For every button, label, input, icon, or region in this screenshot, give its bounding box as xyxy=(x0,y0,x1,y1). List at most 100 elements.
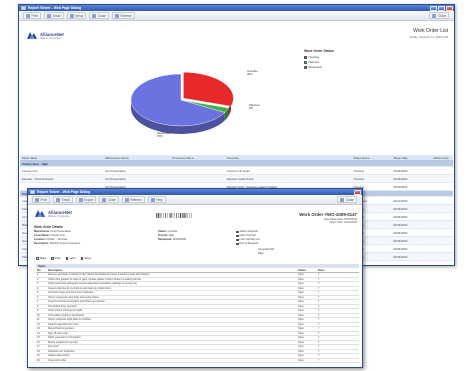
field-value: Freezer Unit xyxy=(50,234,65,237)
column-header[interactable]: Summary xyxy=(227,156,353,160)
column-header[interactable]: Maintenance Name xyxy=(105,156,173,160)
legend-title: Work Order Status xyxy=(304,49,334,53)
legend-label: Planned xyxy=(308,60,319,64)
table-cell: 02/06/2009 xyxy=(393,168,408,173)
column-header[interactable]: Target Date xyxy=(393,156,433,160)
toolbar-print-button[interactable]: Print xyxy=(23,12,42,19)
task-cell: 15 xyxy=(37,336,40,340)
toolbar-close-button[interactable]: Close xyxy=(99,196,119,203)
tab-labor[interactable]: Labor xyxy=(65,257,76,260)
checkbox[interactable] xyxy=(51,257,54,260)
toolbar-refresh-button[interactable]: Refresh xyxy=(112,12,135,19)
task-cell: Y xyxy=(318,286,320,290)
pie-label-overdue: Overdue 30% xyxy=(247,69,258,76)
task-cell: Open xyxy=(298,340,304,344)
toolbar-button-label: Print xyxy=(40,197,48,202)
task-cell: 14 xyxy=(37,331,40,335)
field-label: Description: xyxy=(34,242,50,245)
brand-subtitle: Alliance Corporation xyxy=(48,214,70,218)
toolbar-button-label: Email xyxy=(52,13,61,18)
report-date: Friday, February 13, 2009 2:46 xyxy=(409,35,448,39)
window-title: Report Viewer - Web Page Dialog xyxy=(37,190,91,194)
close-window-button[interactable] xyxy=(354,189,361,195)
toolbar-export-button[interactable]: Export xyxy=(75,196,97,203)
checkbox[interactable] xyxy=(236,234,239,238)
toolbar-help-button[interactable]: Help xyxy=(147,196,166,203)
report-header: Work Order List Friday, February 13, 200… xyxy=(410,28,448,39)
column-header[interactable]: Attachments xyxy=(433,156,453,160)
checkbox[interactable] xyxy=(65,257,69,260)
task-cell: File report xyxy=(48,345,59,349)
task-cell: Open xyxy=(298,354,304,358)
task-cell: Y xyxy=(318,313,320,317)
field-label: Maintenance: xyxy=(34,230,52,233)
task-cell: Open xyxy=(298,309,304,313)
task-cell: Y xyxy=(318,318,320,322)
report-toolbar: Print Email Export Close Refresh Help Close xyxy=(28,195,362,205)
checkbox-list: Safety Required Parts Ordered Lock Out/Tag… xyxy=(236,230,260,246)
task-cell: Y xyxy=(318,327,320,331)
checkbox[interactable] xyxy=(36,257,39,260)
column-header[interactable]: Asset Name xyxy=(20,156,105,160)
toolbar-email-button[interactable]: Email xyxy=(44,12,64,19)
toolbar-close-button[interactable]: Close xyxy=(89,12,110,19)
field-label: Priority: xyxy=(158,234,169,237)
table-cell: Freezer Unit xyxy=(22,168,38,173)
task-row[interactable]: 20 Close work order Open Y xyxy=(36,358,359,363)
table-row[interactable]: Freezer Unit Unit Preventative Freezer uni… xyxy=(20,167,453,175)
maximize-button[interactable] xyxy=(438,5,445,11)
table-cell: Elevator repair/check xyxy=(227,176,254,181)
close-doc-icon xyxy=(102,197,107,202)
toolbar-refresh-button[interactable]: Refresh xyxy=(121,196,145,203)
task-cell: Notify supervisor of completion xyxy=(48,336,81,340)
toolbar-email-button[interactable]: Email xyxy=(53,196,73,203)
task-cell: 10 xyxy=(37,313,40,317)
toolbar-button-label: Close xyxy=(97,13,107,18)
checkbox[interactable] xyxy=(236,230,239,234)
task-cell: 4 xyxy=(37,286,39,290)
checkbox[interactable] xyxy=(236,242,239,246)
task-column-header: Done xyxy=(318,269,325,272)
field-label: Asset Name: xyxy=(34,234,51,237)
toolbar-setup-button[interactable]: Setup xyxy=(66,12,87,19)
column-header[interactable]: Procedure Name xyxy=(172,156,227,160)
minimize-button[interactable] xyxy=(430,5,437,11)
tab-tasks[interactable]: Tasks xyxy=(36,257,46,260)
table-row[interactable]: Elevator - North Entrance Unit Preventati… xyxy=(20,175,453,183)
task-cell: 12 xyxy=(37,322,40,326)
legend-swatch xyxy=(304,60,307,64)
close-doc-icon xyxy=(92,13,97,18)
field-value: Overdue xyxy=(167,230,178,233)
toolbar-close-button[interactable]: Close xyxy=(337,196,357,203)
tab-notes[interactable]: Notes xyxy=(80,257,91,260)
email-icon xyxy=(47,13,52,18)
checkbox-item[interactable]: Permit Required xyxy=(236,242,260,246)
refresh-icon xyxy=(124,197,129,202)
field-value: High xyxy=(168,234,175,237)
toolbar-print-button[interactable]: Print xyxy=(32,196,51,203)
task-cell: Open xyxy=(298,358,304,362)
task-cell: 16 xyxy=(37,340,40,344)
table-cell: Freezer unit repair xyxy=(227,168,250,173)
task-cell: Check compressor amp draw and record val… xyxy=(48,295,99,299)
toolbar-button-label: Print xyxy=(31,13,39,18)
task-cell: Remove and clean condenser coils; inspec… xyxy=(48,273,150,277)
field-value: Kitchen - 1st Floor xyxy=(46,238,68,241)
details-fields-left: Maintenance: Unit Preventative Asset Name… xyxy=(34,230,80,246)
task-cell: 7 xyxy=(37,300,39,304)
checkbox[interactable] xyxy=(236,238,239,242)
toolbar-close-button[interactable]: Close xyxy=(429,12,449,19)
legend-swatch xyxy=(304,65,307,69)
checkbox[interactable] xyxy=(80,257,84,260)
table-cell: 02/06/2009 xyxy=(393,206,408,211)
task-cell: Y xyxy=(318,358,320,362)
field-label: Status: xyxy=(158,230,168,233)
column-header[interactable]: Status Name xyxy=(353,156,393,160)
tab-parts[interactable]: Parts xyxy=(51,257,61,260)
close-window-button[interactable] xyxy=(446,5,453,11)
task-cell: Inspect evaporator fan motor xyxy=(48,322,79,326)
task-cell: Open xyxy=(298,295,304,299)
task-cell: Y xyxy=(318,291,320,295)
window-app-icon xyxy=(21,6,26,10)
toolbar-button-label: Refresh xyxy=(120,13,132,18)
